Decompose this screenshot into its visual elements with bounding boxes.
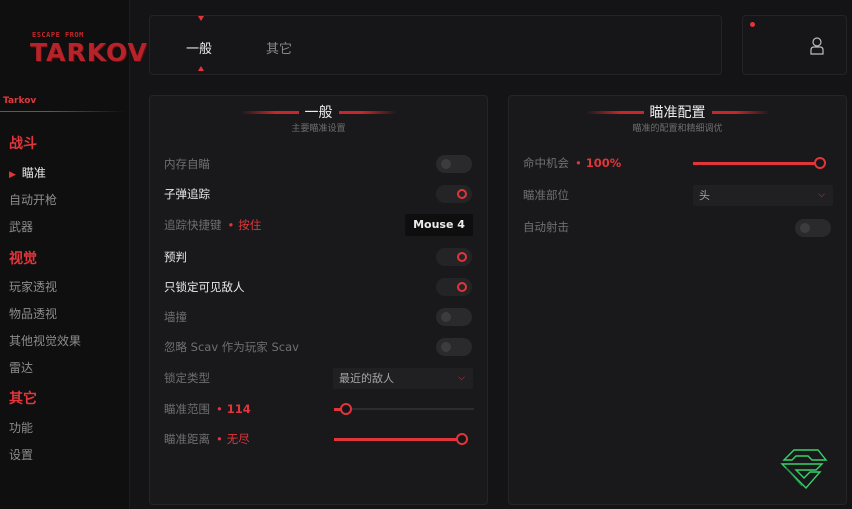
aim-fov-slider[interactable]	[334, 403, 474, 415]
ignore-scav-label: 忽略 Scav 作为玩家 Scav	[164, 340, 299, 354]
memory-aim-label: 内存自瞄	[164, 157, 210, 171]
title-decoration	[711, 110, 770, 114]
aim-fov-label: 瞄准范围 • 114	[164, 401, 251, 417]
game-logo: ESCAPE FROM TARKOV	[28, 28, 147, 78]
toggle-knob	[457, 189, 467, 199]
aim-distance-label-text: 瞄准距离	[164, 432, 210, 446]
toggle-knob	[441, 159, 451, 169]
panel-title: 瞄准配置	[509, 102, 846, 122]
hit-chance-value: 100%	[585, 156, 622, 170]
bullet-dot: •	[227, 218, 235, 232]
bullet-dot: •	[216, 432, 223, 446]
lock-type-value: 最近的敌人	[339, 372, 394, 385]
sidebar-item-aim[interactable]: ▶ 瞄准	[9, 164, 46, 181]
toggle-knob	[800, 223, 810, 233]
sidebar-item-item-esp[interactable]: 物品透视	[9, 305, 57, 322]
aim-distance-slider[interactable]	[334, 433, 468, 445]
sidebar-item-player-esp[interactable]: 玩家透视	[9, 278, 57, 295]
slider-thumb[interactable]	[814, 157, 826, 169]
tab-general[interactable]: 一般	[186, 38, 212, 57]
slider-thumb[interactable]	[340, 403, 353, 415]
prediction-toggle[interactable]	[436, 248, 472, 266]
user-box	[742, 15, 847, 75]
toggle-knob	[457, 252, 467, 262]
sidebar-item-settings[interactable]: 设置	[9, 446, 33, 463]
toggle-knob	[457, 282, 467, 292]
sidebar-item-weapons[interactable]: 武器	[9, 218, 33, 235]
slider-fill	[693, 162, 820, 165]
bullet-dot: •	[575, 156, 582, 170]
logo-big-text: TARKOV	[30, 38, 148, 67]
aim-distance-label: 瞄准距离 • 无尽	[164, 431, 250, 447]
aim-bone-label: 瞄准部位	[523, 188, 569, 202]
panel-title-text: 一般	[304, 105, 333, 121]
bullet-track-toggle[interactable]	[436, 185, 472, 203]
hit-chance-label: 命中机会 • 100%	[523, 155, 621, 171]
aim-bone-select[interactable]: 头 ⌵	[693, 185, 833, 206]
sidebar-item-label: 瞄准	[21, 166, 46, 180]
lock-type-label: 锁定类型	[164, 371, 210, 385]
auto-shoot-label: 自动射击	[523, 220, 569, 234]
sidebar: ESCAPE FROM TARKOV Tarkov 战斗 ▶ 瞄准 自动开枪 武器…	[0, 0, 147, 509]
wallbang-label: 墙撞	[164, 310, 187, 324]
track-hotkey-keybind[interactable]: Mouse 4	[405, 214, 473, 236]
hit-chance-slider[interactable]	[693, 157, 826, 169]
track-hotkey-mode[interactable]: 按住	[238, 218, 261, 232]
visible-only-label: 只锁定可见敌人	[164, 280, 245, 294]
visible-only-toggle[interactable]	[436, 278, 472, 296]
track-hotkey-label: 追踪快捷键 • 按住	[164, 217, 261, 233]
tab-bar: 一般 其它	[149, 15, 722, 75]
tab-other[interactable]: 其它	[266, 38, 292, 57]
lock-type-select[interactable]: 最近的敌人 ⌵	[333, 368, 473, 389]
panel-subtitle: 瞄准的配置和精细调优	[632, 124, 723, 134]
slider-fill	[334, 438, 462, 441]
tab-indicator-top	[198, 16, 204, 21]
hit-chance-label-text: 命中机会	[523, 156, 569, 170]
notification-dot	[750, 22, 755, 27]
slider-thumb[interactable]	[456, 433, 468, 445]
aim-fov-value: 114	[226, 402, 251, 416]
prediction-label: 预判	[164, 250, 187, 264]
nav-section-misc: 其它	[9, 391, 37, 407]
nav-section-visuals: 视觉	[9, 251, 37, 267]
sidebar-item-radar[interactable]: 雷达	[9, 359, 33, 376]
title-decoration	[240, 110, 299, 114]
panel-title: 一般	[150, 102, 487, 122]
chevron-down-icon: ⌵	[818, 190, 825, 200]
aim-distance-value: 无尽	[226, 432, 250, 446]
user-icon[interactable]	[810, 37, 824, 55]
ignore-scav-toggle[interactable]	[436, 338, 472, 356]
bullet-dot: •	[216, 402, 223, 416]
nav-section-combat: 战斗	[9, 136, 37, 152]
vendor-logo-icon	[780, 449, 828, 490]
toggle-knob	[441, 342, 451, 352]
chevron-down-icon: ⌵	[458, 373, 465, 383]
title-decoration	[338, 110, 397, 114]
sidebar-item-features[interactable]: 功能	[9, 419, 33, 436]
bullet-track-label: 子弹追踪	[164, 187, 210, 201]
arrow-right-icon: ▶	[9, 170, 16, 180]
tab-indicator-bottom	[198, 66, 204, 71]
wallbang-toggle[interactable]	[436, 308, 472, 326]
panel-title-text: 瞄准配置	[649, 105, 706, 121]
aim-fov-label-text: 瞄准范围	[164, 402, 210, 416]
auto-shoot-toggle[interactable]	[795, 219, 831, 237]
memory-aim-toggle[interactable]	[436, 155, 472, 173]
brand-label: Tarkov	[3, 96, 37, 106]
toggle-knob	[441, 312, 451, 322]
aim-bone-value: 头	[699, 189, 710, 202]
sidebar-item-other-visuals[interactable]: 其他视觉效果	[9, 332, 81, 349]
panel-subtitle: 主要瞄准设置	[291, 124, 346, 134]
brand-divider	[0, 111, 126, 112]
title-decoration	[585, 110, 644, 114]
slider-track	[334, 408, 474, 410]
sidebar-item-triggerbot[interactable]: 自动开枪	[9, 191, 57, 208]
track-hotkey-label-text: 追踪快捷键	[164, 218, 222, 232]
